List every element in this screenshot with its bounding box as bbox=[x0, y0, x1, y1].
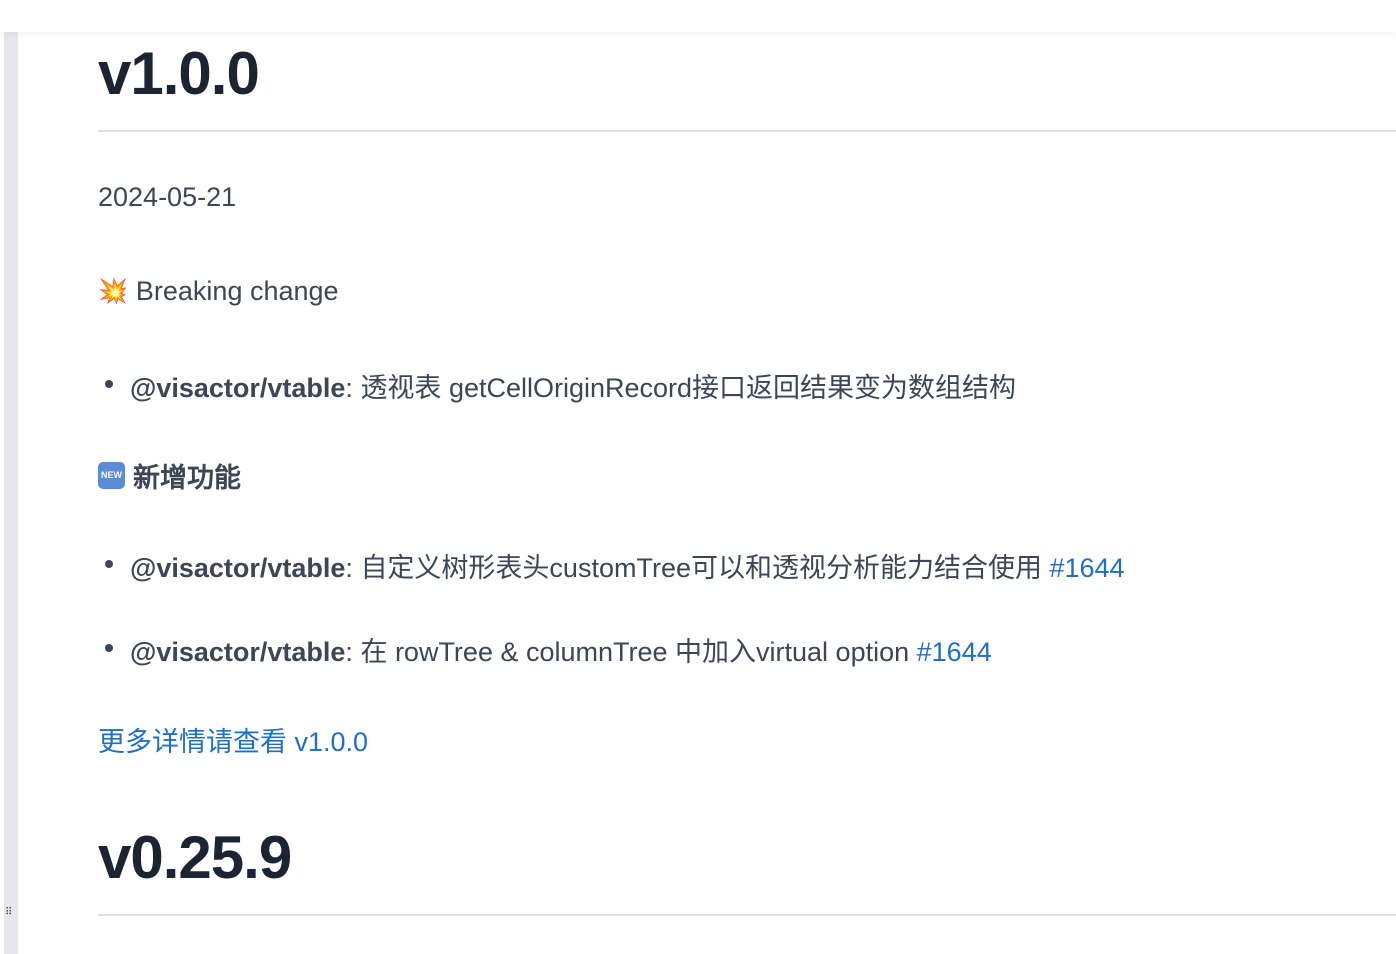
release-title: v1.0.0 bbox=[98, 40, 260, 107]
item-text: 自定义树形表头customTree可以和透视分析能力结合使用 bbox=[360, 553, 1050, 583]
section-breaking-change: 💥 Breaking change bbox=[98, 276, 339, 307]
sidebar-collapsed-strip[interactable] bbox=[4, 32, 18, 954]
new-badge-icon: NEW bbox=[98, 462, 125, 489]
issue-link[interactable]: #1644 bbox=[1049, 553, 1124, 583]
release-date: 2024-05-21 bbox=[98, 182, 237, 212]
item-text: 在 rowTree & columnTree 中加入virtual option bbox=[360, 637, 917, 667]
release-title: v0.25.9 bbox=[98, 824, 292, 891]
item-text: 透视表 getCellOriginRecord接口返回结果变为数组结构 bbox=[360, 373, 1017, 403]
list-item: @visactor/vtable: 透视表 getCellOriginRecor… bbox=[104, 366, 1017, 405]
package-name: @visactor/vtable bbox=[130, 373, 346, 403]
divider bbox=[98, 914, 1396, 916]
top-bar bbox=[0, 0, 1396, 32]
list-item: @visactor/vtable: 在 rowTree & columnTree… bbox=[105, 630, 992, 669]
package-name: @visactor/vtable bbox=[130, 553, 346, 583]
section-new-features: NEW 新增功能 bbox=[98, 456, 241, 495]
list-item: @visactor/vtable: 自定义树形表头customTree可以和透视… bbox=[105, 546, 1125, 585]
divider bbox=[98, 130, 1396, 132]
section-title: 新增功能 bbox=[133, 463, 241, 493]
more-details-link[interactable]: 更多详情请查看 v1.0.0 bbox=[98, 720, 368, 759]
issue-link[interactable]: #1644 bbox=[917, 637, 992, 667]
collision-icon: 💥 bbox=[98, 278, 128, 305]
drag-handle-icon[interactable]: ⠿ bbox=[5, 908, 13, 918]
package-name: @visactor/vtable bbox=[130, 637, 346, 667]
section-title: Breaking change bbox=[135, 276, 339, 306]
